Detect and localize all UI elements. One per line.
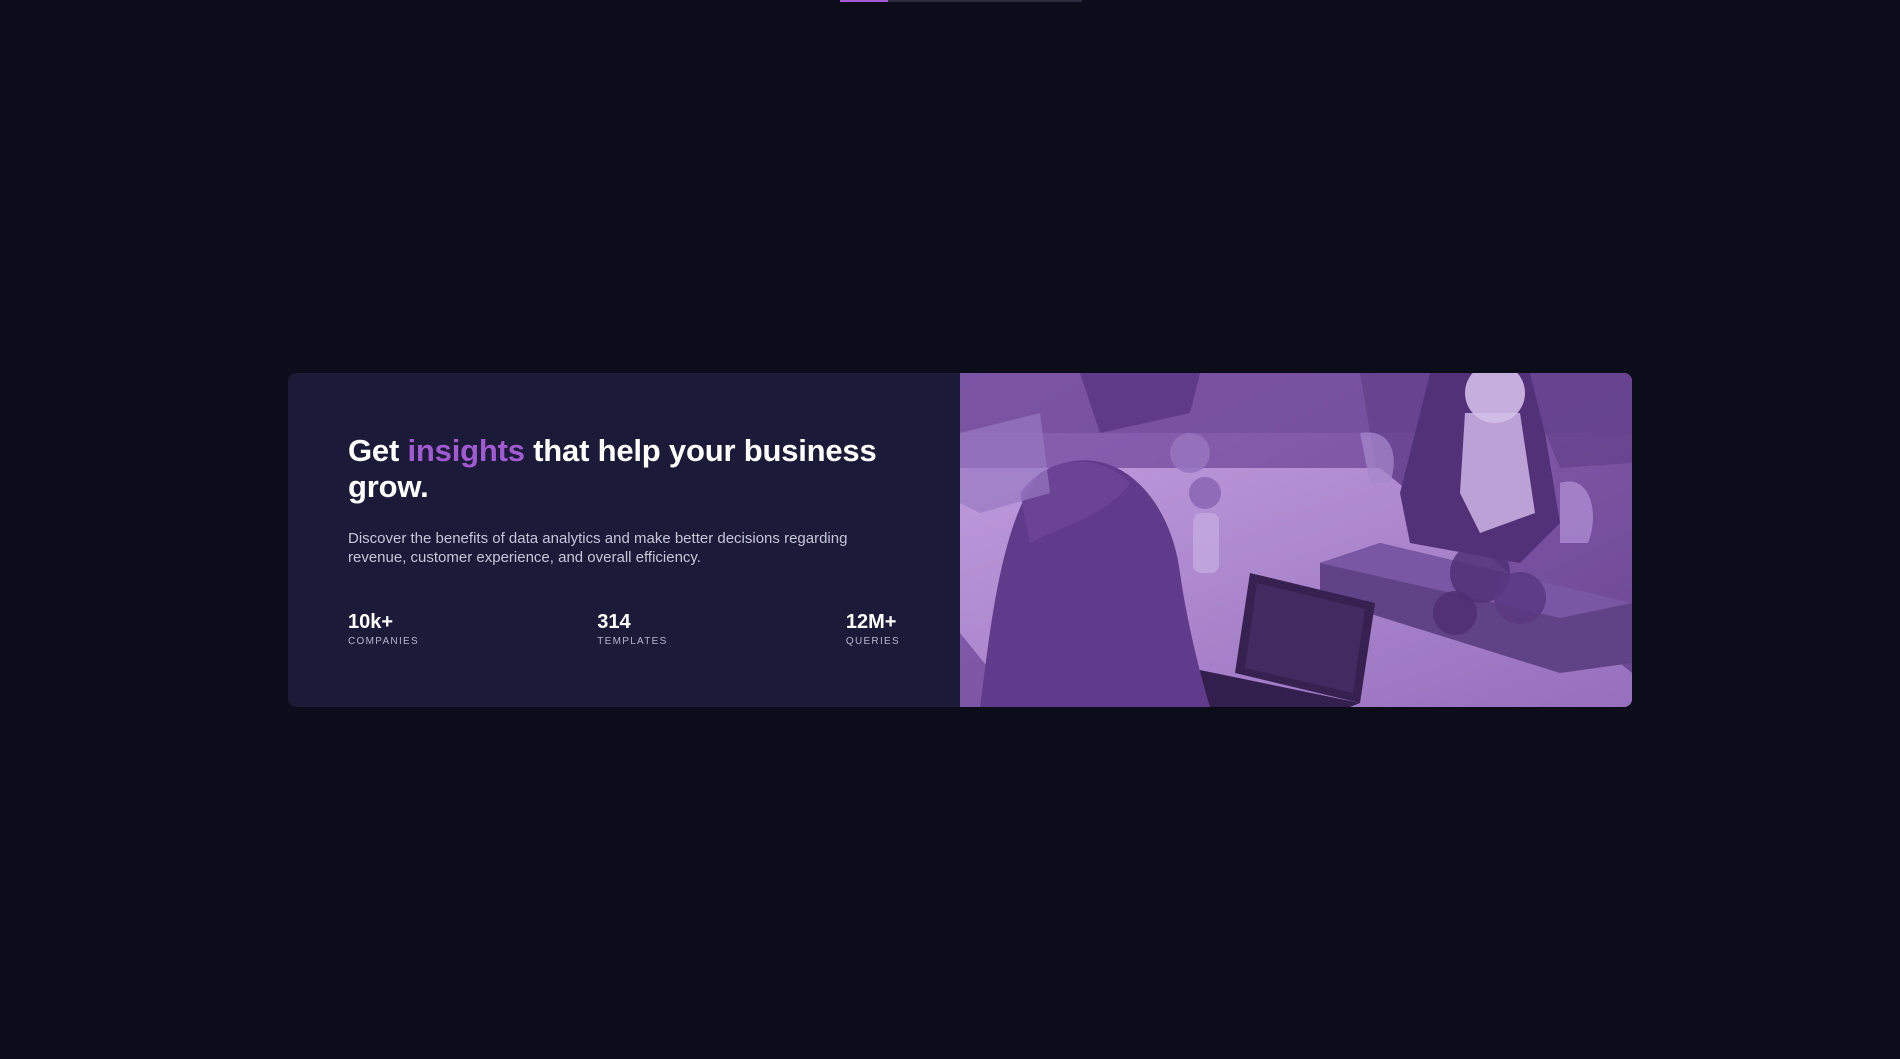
headline-prefix: Get bbox=[348, 433, 408, 468]
stats-row: 10k+ COMPANIES 314 TEMPLATES 12M+ QUERIE… bbox=[348, 611, 900, 649]
stat-companies: 10k+ COMPANIES bbox=[348, 611, 419, 649]
description: Discover the benefits of data analytics … bbox=[348, 530, 848, 566]
stat-templates: 314 TEMPLATES bbox=[597, 611, 667, 649]
stat-label: QUERIES bbox=[845, 636, 900, 647]
office-photo bbox=[960, 373, 1632, 707]
office-photo-icon bbox=[960, 373, 1632, 707]
stat-queries: 12M+ QUERIES bbox=[846, 611, 900, 649]
stat-value: 12M+ bbox=[845, 611, 897, 633]
stat-label: COMPANIES bbox=[348, 636, 419, 647]
card-content: Get insights that help your business gro… bbox=[348, 433, 900, 567]
stat-value: 314 bbox=[597, 611, 631, 633]
stats-preview-card: Get insights that help your business gro… bbox=[288, 373, 1632, 707]
headline-accent: insights bbox=[407, 433, 525, 468]
headline: Get insights that help your business gro… bbox=[348, 433, 900, 505]
top-progress-active-segment bbox=[840, 0, 888, 2]
stat-value: 10k+ bbox=[348, 611, 394, 633]
top-progress-indicator bbox=[840, 0, 1082, 2]
stat-label: TEMPLATES bbox=[597, 636, 668, 647]
